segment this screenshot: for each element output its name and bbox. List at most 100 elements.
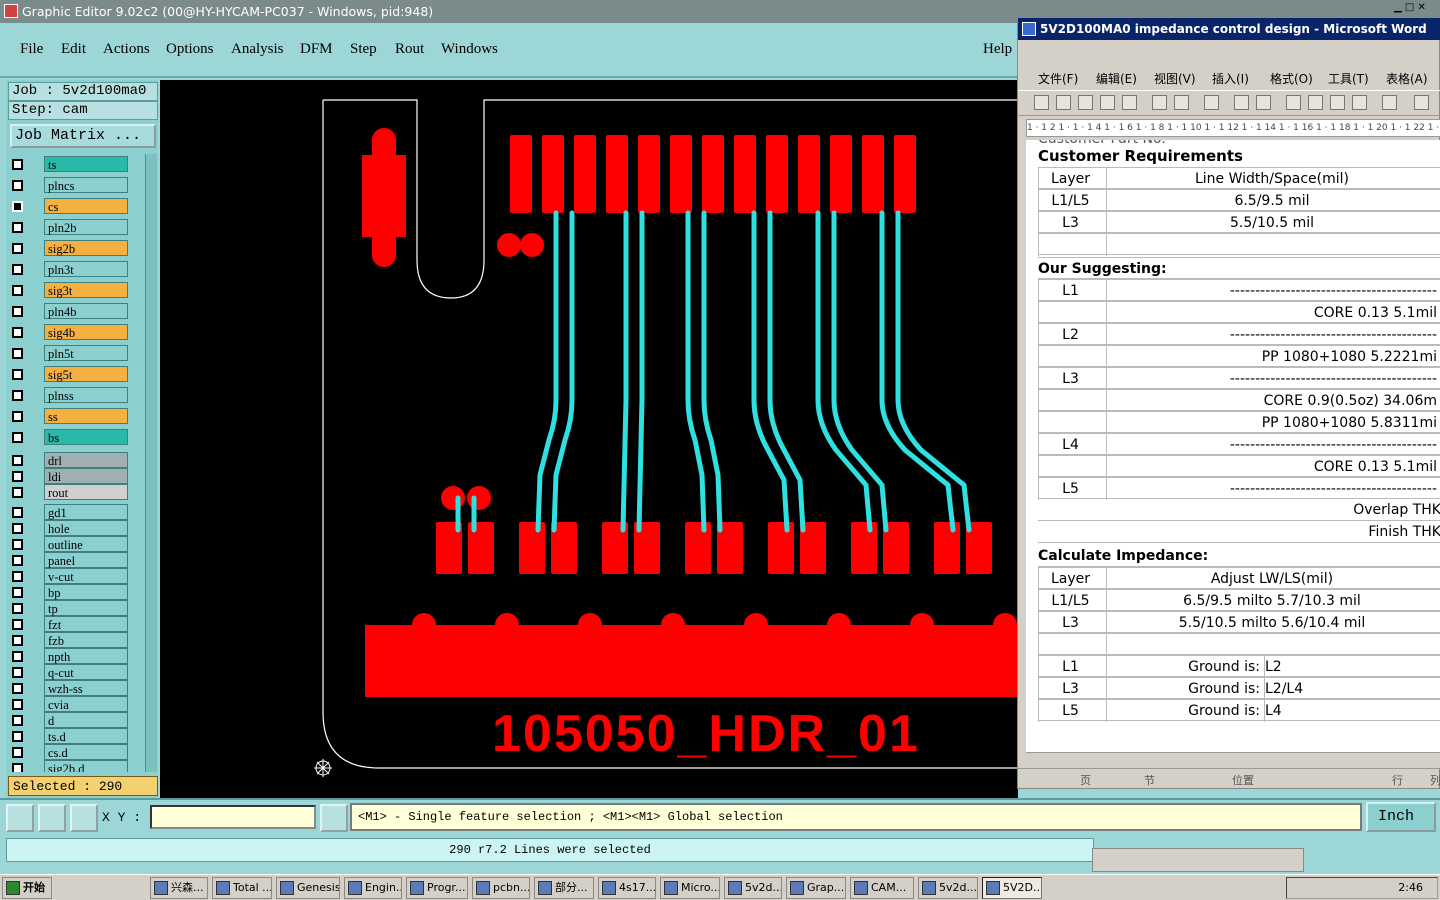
layer-row-drl[interactable]: drl — [8, 452, 134, 469]
layer-row-panel[interactable]: panel — [8, 552, 134, 569]
layer-name[interactable]: wzh-ss — [44, 680, 128, 696]
layer-row-bp[interactable]: bp — [8, 584, 134, 601]
layer-name[interactable]: ts.d — [44, 728, 128, 744]
layer-name[interactable]: pln2b — [44, 219, 128, 235]
menu-edit[interactable]: Edit — [61, 41, 86, 58]
layer-name[interactable]: sig4b — [44, 324, 128, 340]
menu-rout[interactable]: Rout — [395, 41, 424, 58]
layer-name[interactable]: gd1 — [44, 504, 128, 520]
word-ruler[interactable]: 1 · 1 2 1 · 1 · 1 4 1 · 1 6 1 · 1 8 1 · … — [1026, 119, 1440, 137]
word-menu-file[interactable]: 文件(F) — [1038, 70, 1078, 87]
layer-row-plncs[interactable]: plncs — [8, 177, 134, 194]
word-menu-edit[interactable]: 编辑(E) — [1096, 70, 1137, 87]
layer-checkbox[interactable] — [12, 523, 23, 534]
layer-name[interactable]: ts — [44, 156, 128, 172]
layer-row-pln3t[interactable]: pln3t — [8, 261, 134, 278]
taskbar-item[interactable]: 5v2d... — [918, 877, 978, 899]
layer-checkbox[interactable] — [12, 667, 23, 678]
layer-checkbox[interactable] — [12, 487, 23, 498]
taskbar-item[interactable]: Genesis — [276, 877, 340, 899]
menu-actions[interactable]: Actions — [103, 41, 150, 58]
layer-name[interactable]: ldi — [44, 468, 128, 484]
layer-name[interactable]: v-cut — [44, 568, 128, 584]
layer-checkbox[interactable] — [12, 471, 23, 482]
layer-row-sig3t[interactable]: sig3t — [8, 282, 134, 299]
layer-checkbox[interactable] — [12, 699, 23, 710]
taskbar-item[interactable]: 5V2D... — [982, 877, 1042, 899]
measure-icon[interactable] — [38, 804, 66, 832]
layer-checkbox[interactable] — [12, 747, 23, 758]
layer-checkbox[interactable] — [12, 222, 23, 233]
copy-icon[interactable] — [1308, 95, 1323, 110]
layer-checkbox[interactable] — [12, 264, 23, 275]
layer-name[interactable]: bs — [44, 429, 128, 445]
menu-dfm[interactable]: DFM — [300, 41, 333, 58]
word-view-buttons[interactable] — [1026, 752, 1440, 768]
start-button[interactable]: 开始 — [2, 877, 52, 899]
layer-name[interactable]: cs.d — [44, 744, 128, 760]
layer-row-pln5t[interactable]: pln5t — [8, 345, 134, 362]
word-menu-view[interactable]: 视图(V) — [1154, 70, 1196, 87]
layer-checkbox[interactable] — [12, 348, 23, 359]
taskbar-item[interactable]: Micro... — [660, 877, 720, 899]
layer-checkbox[interactable] — [12, 539, 23, 550]
layer-row-v-cut[interactable]: v-cut — [8, 568, 134, 585]
layer-checkbox[interactable] — [12, 327, 23, 338]
word-menu-tools[interactable]: 工具(T) — [1328, 70, 1369, 87]
layer-row-hole[interactable]: hole — [8, 520, 134, 537]
layer-checkbox[interactable] — [12, 243, 23, 254]
paste-icon[interactable] — [1330, 95, 1345, 110]
taskbar-item[interactable]: Progr... — [406, 877, 468, 899]
word-menu-insert[interactable]: 插入(I) — [1212, 70, 1249, 87]
layer-row-wzh-ss[interactable]: wzh-ss — [8, 680, 134, 697]
layer-row-outline[interactable]: outline — [8, 536, 134, 553]
graphic-canvas[interactable]: 105050_HDR_01 — [160, 80, 1018, 798]
unit-toggle-button[interactable]: Inch — [1366, 802, 1436, 832]
menu-help[interactable]: Help — [983, 41, 1012, 58]
save-icon[interactable] — [1078, 95, 1093, 110]
grid-icon[interactable] — [70, 804, 98, 832]
menu-options[interactable]: Options — [166, 41, 214, 58]
layer-checkbox[interactable] — [12, 432, 23, 443]
layer-checkbox[interactable] — [12, 369, 23, 380]
undo-icon[interactable] — [1382, 95, 1397, 110]
layer-row-bs[interactable]: bs — [8, 429, 134, 446]
layer-name[interactable]: tp — [44, 600, 128, 616]
layer-name[interactable]: drl — [44, 452, 128, 468]
layer-name[interactable]: hole — [44, 520, 128, 536]
word-menu-table[interactable]: 表格(A) — [1386, 70, 1428, 87]
job-matrix-button[interactable]: Job Matrix ... — [10, 124, 156, 148]
spelling-icon[interactable] — [1234, 95, 1249, 110]
layer-name[interactable]: plncs — [44, 177, 128, 193]
taskbar-item[interactable]: Engin... — [344, 877, 402, 899]
layer-checkbox[interactable] — [12, 763, 23, 772]
layer-checkbox[interactable] — [12, 159, 23, 170]
layer-name[interactable]: sig2b.d — [44, 760, 128, 772]
taskbar-item[interactable]: Total ... — [212, 877, 272, 899]
layer-row-npth[interactable]: npth — [8, 648, 134, 665]
layer-row-q-cut[interactable]: q-cut — [8, 664, 134, 681]
layer-row-plnss[interactable]: plnss — [8, 387, 134, 404]
xy-input[interactable] — [150, 805, 316, 829]
layer-checkbox[interactable] — [12, 306, 23, 317]
format-painter-icon[interactable] — [1352, 95, 1367, 110]
taskbar-item[interactable]: 部分... — [534, 877, 594, 899]
layer-checkbox[interactable] — [12, 619, 23, 630]
layer-checkbox[interactable] — [12, 651, 23, 662]
layer-name[interactable]: cs — [44, 198, 128, 214]
new-doc-icon[interactable] — [1034, 95, 1049, 110]
layer-row-ts.d[interactable]: ts.d — [8, 728, 134, 745]
print-preview-icon[interactable] — [1174, 95, 1189, 110]
layer-name[interactable]: fzb — [44, 632, 128, 648]
layer-row-pln4b[interactable]: pln4b — [8, 303, 134, 320]
layer-checkbox[interactable] — [12, 715, 23, 726]
layer-name[interactable]: d — [44, 712, 128, 728]
menu-windows[interactable]: Windows — [441, 41, 498, 58]
layer-row-fzb[interactable]: fzb — [8, 632, 134, 649]
layer-row-ldi[interactable]: ldi — [8, 468, 134, 485]
layer-row-sig5t[interactable]: sig5t — [8, 366, 134, 383]
traditional-chinese-icon[interactable] — [1204, 95, 1219, 110]
layer-row-ss[interactable]: ss — [8, 408, 134, 425]
layer-checkbox[interactable] — [12, 555, 23, 566]
layer-checkbox[interactable] — [12, 587, 23, 598]
